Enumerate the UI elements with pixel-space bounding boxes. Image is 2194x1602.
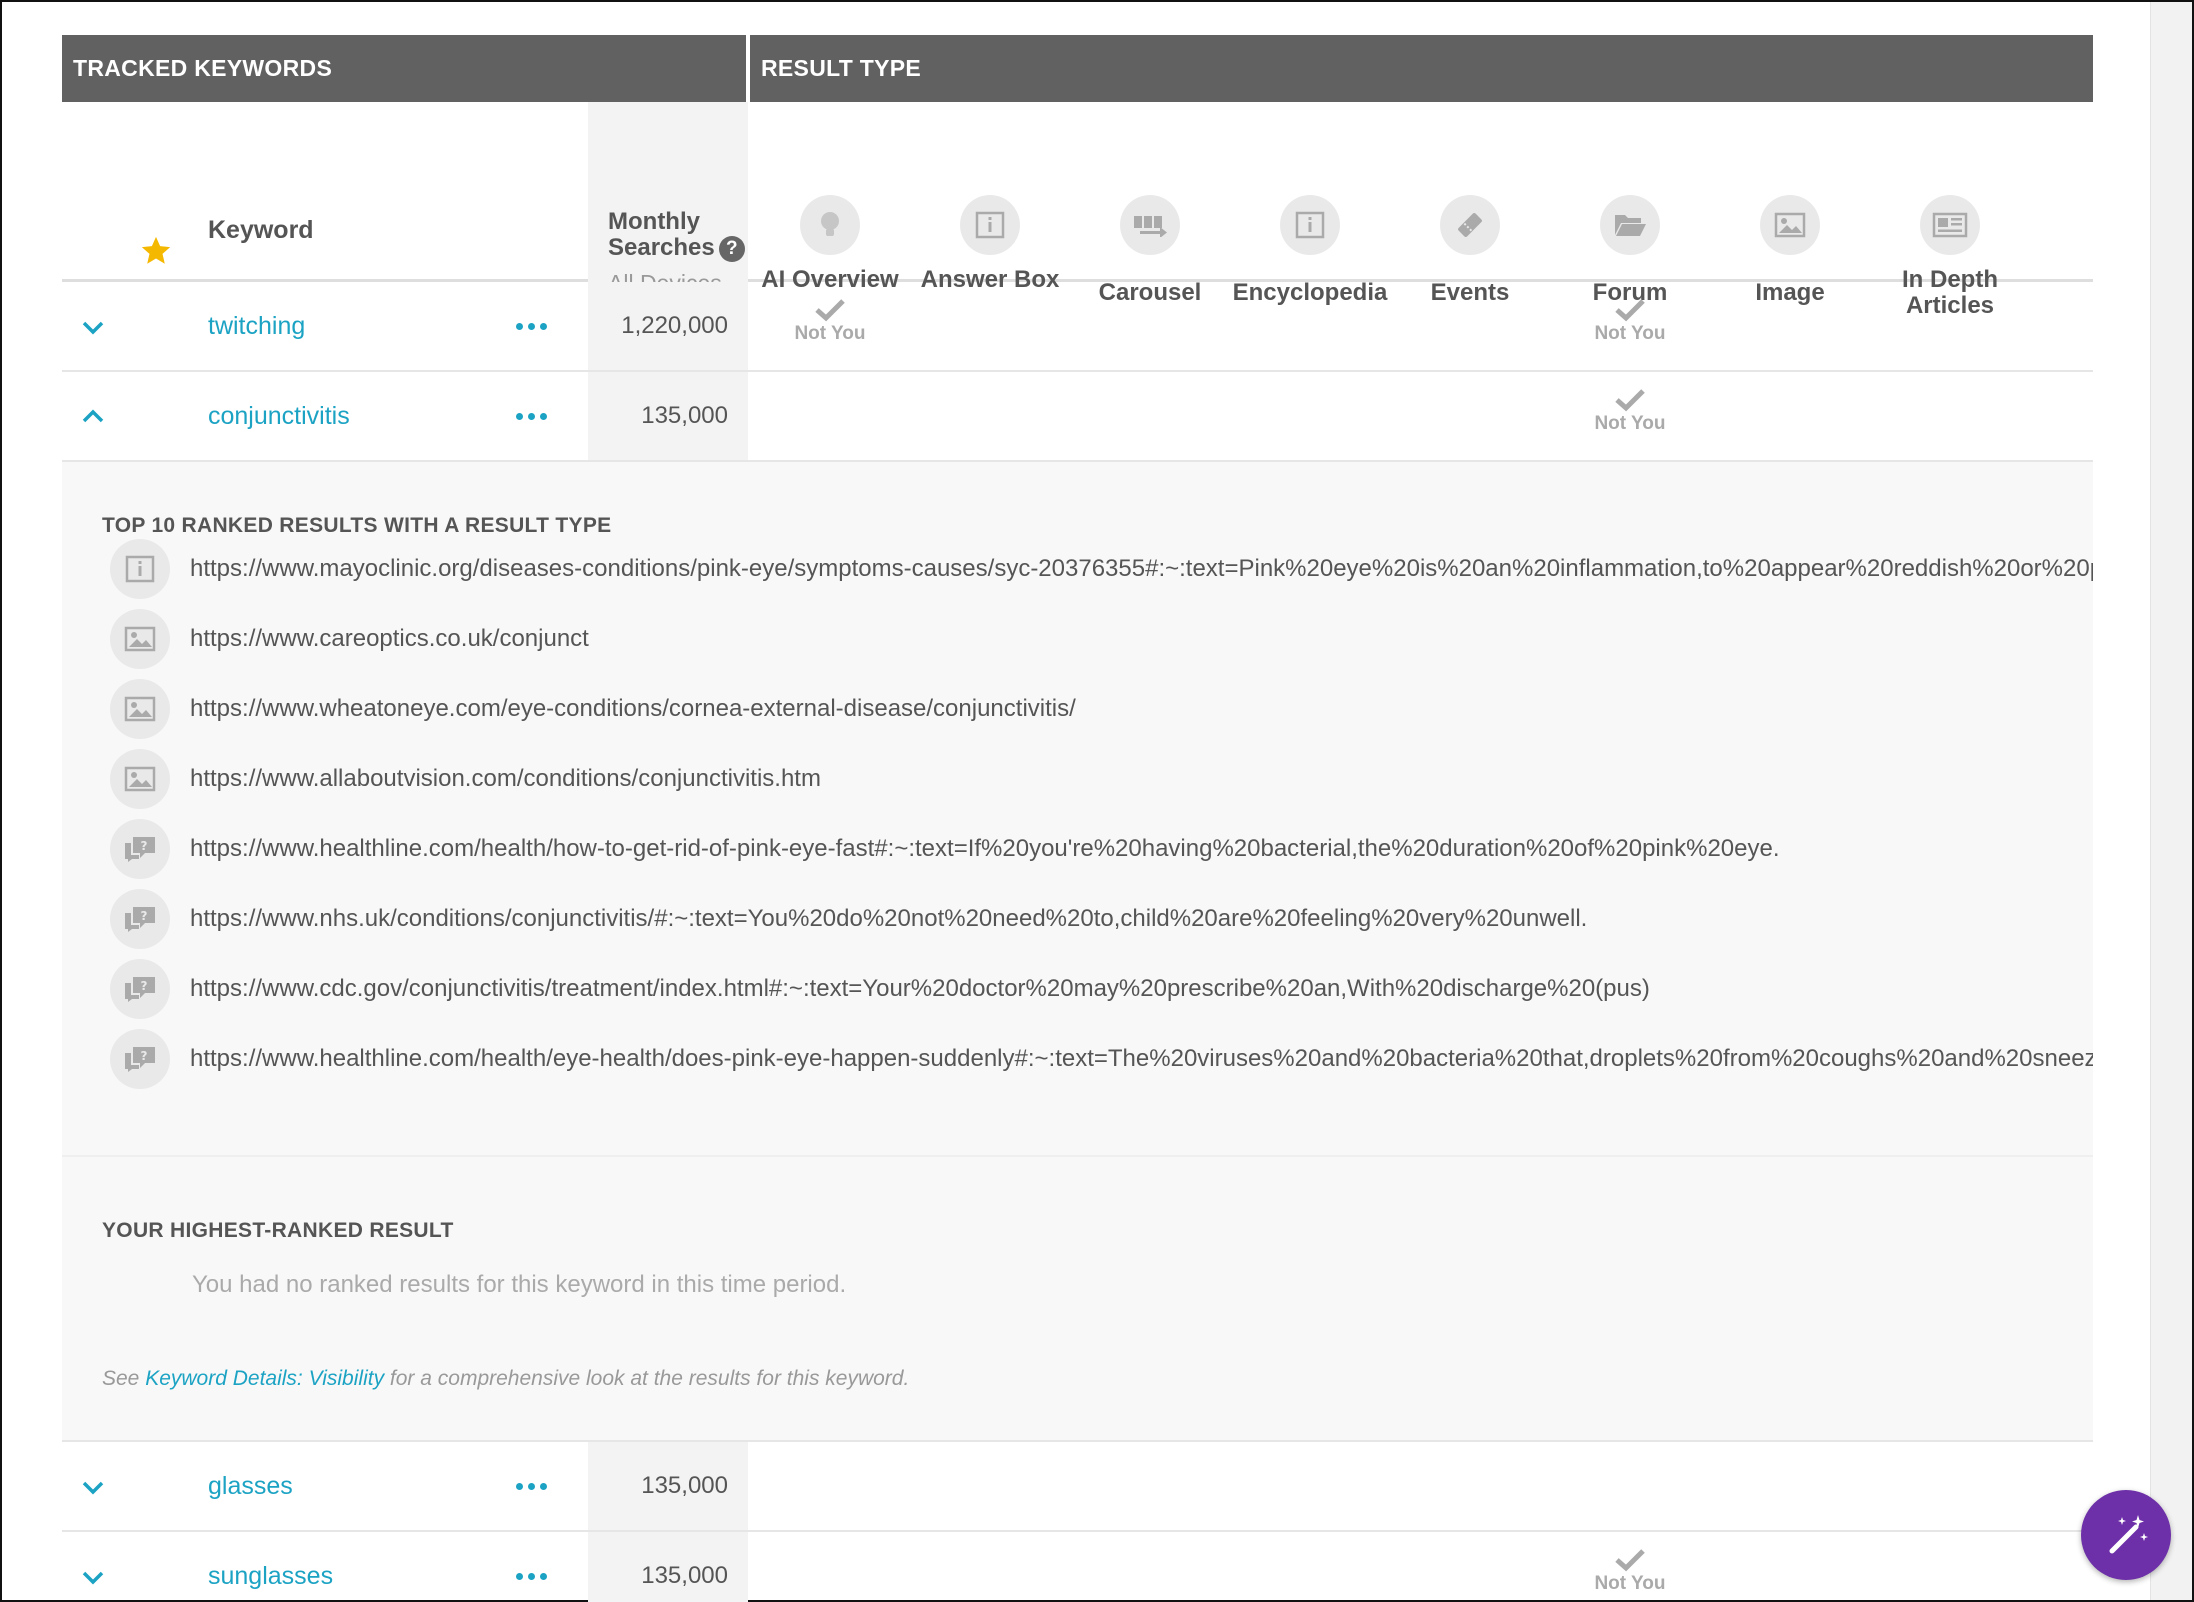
- info-box-icon: [1280, 195, 1340, 255]
- result-type-in-depth-articles[interactable]: In Depth Articles: [1870, 102, 2030, 319]
- chevron-down-icon[interactable]: [80, 1474, 106, 1500]
- keyword-link[interactable]: conjunctivitis: [208, 402, 350, 431]
- keyword-detail-panel: TOP 10 RANKED RESULTS WITH A RESULT TYPE…: [62, 462, 2093, 1442]
- keyword-row-glasses: glasses 135,000: [62, 1442, 2093, 1532]
- result-type-answer-box[interactable]: Answer Box: [910, 102, 1070, 293]
- scrollbar[interactable]: [2150, 2, 2192, 1600]
- result-type-header: RESULT TYPE: [750, 35, 2093, 102]
- result-type-events[interactable]: Events: [1390, 102, 1550, 306]
- question-chat-icon: ?: [110, 889, 170, 949]
- chevron-down-icon[interactable]: [80, 314, 106, 340]
- result-row: ? https://www.nhs.uk/conditions/conjunct…: [110, 884, 2093, 954]
- more-options-icon[interactable]: [516, 1483, 547, 1490]
- result-row: https://www.wheatoneye.com/eye-condition…: [110, 674, 2093, 744]
- more-options-icon[interactable]: [516, 323, 547, 330]
- result-row: https://www.careoptics.co.uk/conjunct: [110, 604, 2093, 674]
- monthly-searches-label: Monthly Searches: [608, 208, 715, 261]
- result-row: https://www.mayoclinic.org/diseases-cond…: [110, 534, 2093, 604]
- highest-ranked-title: YOUR HIGHEST-RANKED RESULT: [102, 1219, 454, 1242]
- more-options-icon[interactable]: [516, 1573, 547, 1580]
- result-url[interactable]: https://www.cdc.gov/conjunctivitis/treat…: [190, 975, 1650, 1003]
- keyword-row-sunglasses: sunglasses 135,000 Not You: [62, 1532, 2093, 1602]
- result-type-image[interactable]: Image: [1710, 102, 1870, 306]
- svg-text:?: ?: [141, 909, 148, 923]
- monthly-searches-value: 1,220,000: [621, 312, 728, 339]
- keyword-link[interactable]: glasses: [208, 1472, 293, 1501]
- keyword-link[interactable]: sunglasses: [208, 1562, 333, 1591]
- result-type-encyclopedia[interactable]: Encyclopedia: [1230, 102, 1390, 306]
- keyword-column-header[interactable]: Keyword: [208, 216, 314, 245]
- image-icon: [110, 609, 170, 669]
- svg-text:?: ?: [141, 839, 148, 853]
- result-url[interactable]: https://www.allaboutvision.com/condition…: [190, 765, 821, 793]
- result-row: ? https://www.cdc.gov/conjunctivitis/tre…: [110, 954, 2093, 1024]
- result-url[interactable]: https://www.healthline.com/health/how-to…: [190, 835, 1780, 863]
- result-row: ? https://www.healthline.com/health/eye-…: [110, 1024, 2093, 1094]
- svg-text:?: ?: [141, 979, 148, 993]
- keyword-details-visibility-link[interactable]: Keyword Details: Visibility: [145, 1367, 384, 1390]
- question-chat-icon: ?: [110, 1029, 170, 1089]
- keywords-table: TRACKED KEYWORDS RESULT TYPE Keyword Mon…: [62, 35, 2093, 1602]
- not-you-indicator: Not You: [1550, 298, 1710, 345]
- column-header-row: Keyword Monthly Searches? All Devices AI…: [62, 102, 2093, 334]
- keyword-row-twitching: twitching 1,220,000 Not You Not You: [62, 282, 2093, 372]
- result-type-ai-overview[interactable]: AI Overview: [750, 102, 910, 293]
- not-you-indicator: Not You: [1550, 1548, 1710, 1595]
- star-icon[interactable]: [139, 234, 173, 268]
- chevron-up-icon[interactable]: [80, 404, 106, 430]
- chevron-down-icon[interactable]: [80, 1564, 106, 1590]
- monthly-searches-value: 135,000: [641, 402, 728, 429]
- newspaper-icon: [1920, 195, 1980, 255]
- folder-open-icon: [1600, 195, 1660, 255]
- section-divider: [62, 1155, 2093, 1157]
- image-icon: [110, 679, 170, 739]
- result-type-forum[interactable]: Forum: [1550, 102, 1710, 306]
- result-url[interactable]: https://www.careoptics.co.uk/conjunct: [190, 625, 589, 653]
- not-you-indicator: Not You: [750, 298, 910, 345]
- ticket-icon: [1440, 195, 1500, 255]
- info-box-icon: [110, 539, 170, 599]
- image-icon: [110, 749, 170, 809]
- result-type-carousel[interactable]: Carousel: [1070, 102, 1230, 306]
- monthly-searches-value: 135,000: [641, 1562, 728, 1589]
- ranked-results-list: https://www.mayoclinic.org/diseases-cond…: [110, 534, 2093, 1094]
- keyword-details-note: See Keyword Details: Visibility for a co…: [102, 1367, 910, 1390]
- monthly-searches-header[interactable]: Monthly Searches? All Devices: [588, 102, 748, 334]
- result-row: ? https://www.healthline.com/health/how-…: [110, 814, 2093, 884]
- magic-wand-button[interactable]: [2081, 1490, 2171, 1580]
- help-icon[interactable]: ?: [718, 235, 745, 262]
- result-url[interactable]: https://www.nhs.uk/conditions/conjunctiv…: [190, 905, 1587, 933]
- checkmark-icon: [815, 299, 845, 322]
- keyword-link[interactable]: twitching: [208, 312, 305, 341]
- checkmark-icon: [1615, 299, 1645, 322]
- monthly-searches-value: 135,000: [641, 1472, 728, 1499]
- magic-wand-icon: [2109, 1515, 2148, 1554]
- result-url[interactable]: https://www.mayoclinic.org/diseases-cond…: [190, 555, 2093, 583]
- question-chat-icon: ?: [110, 819, 170, 879]
- no-results-message: You had no ranked results for this keywo…: [192, 1271, 847, 1298]
- more-options-icon[interactable]: [516, 413, 547, 420]
- result-url[interactable]: https://www.wheatoneye.com/eye-condition…: [190, 695, 1076, 723]
- question-chat-icon: ?: [110, 959, 170, 1019]
- table-group-header: TRACKED KEYWORDS RESULT TYPE: [62, 35, 2093, 102]
- checkmark-icon: [1615, 1549, 1645, 1572]
- not-you-indicator: Not You: [1550, 388, 1710, 435]
- result-row: https://www.allaboutvision.com/condition…: [110, 744, 2093, 814]
- lightbulb-icon: [800, 195, 860, 255]
- keyword-row-conjunctivitis: conjunctivitis 135,000 Not You: [62, 372, 2093, 462]
- image-icon: [1760, 195, 1820, 255]
- checkmark-icon: [1615, 389, 1645, 412]
- info-box-icon: [960, 195, 1020, 255]
- tracked-keywords-header: TRACKED KEYWORDS: [62, 35, 746, 102]
- svg-text:?: ?: [141, 1049, 148, 1063]
- carousel-icon: [1120, 195, 1180, 255]
- result-url[interactable]: https://www.healthline.com/health/eye-he…: [190, 1045, 2093, 1073]
